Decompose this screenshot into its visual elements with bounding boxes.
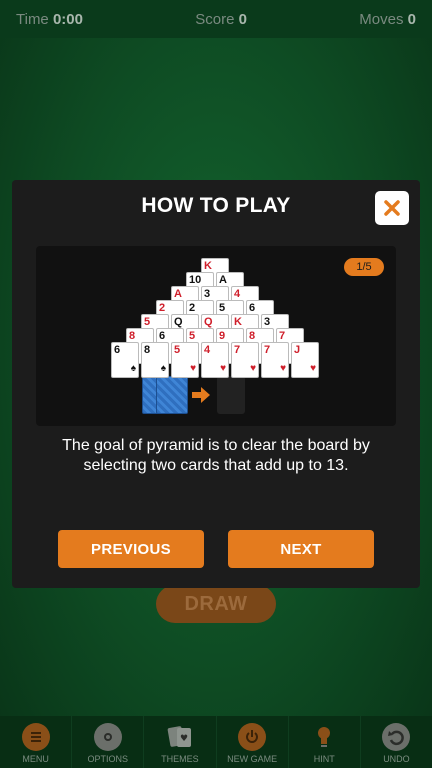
time-label: Time: [16, 10, 49, 28]
card-suit-icon: ♠: [130, 363, 136, 374]
score-label: Score: [195, 10, 235, 28]
themes-label: THEMES: [161, 754, 199, 764]
undo-label: UNDO: [383, 754, 410, 764]
hint-label: HINT: [313, 754, 335, 764]
waste-slot: [217, 376, 245, 414]
pyramid-card: 5 ♥: [171, 342, 199, 378]
pyramid-card: 7 ♥: [261, 342, 289, 378]
card-suit-icon: ♠: [160, 363, 166, 374]
themes-button[interactable]: ♥ THEMES: [144, 716, 217, 768]
close-icon: [384, 200, 400, 216]
card-rank: 6: [159, 330, 166, 342]
gear-icon: [93, 723, 122, 751]
score-value: 0: [238, 10, 247, 28]
dialog-title: HOW TO PLAY: [141, 194, 291, 217]
bottom-toolbar: MENU OPTIONS ♥ THEMES NEW GAME HINT UNDO: [0, 716, 432, 768]
menu-label: MENU: [22, 754, 49, 764]
card-suit-icon: ♥: [190, 363, 196, 374]
new-game-button[interactable]: NEW GAME: [217, 716, 289, 768]
card-rank: 2: [159, 302, 166, 314]
card-rank: 6: [114, 344, 121, 356]
next-button[interactable]: NEXT: [228, 530, 374, 568]
moves-value: 0: [407, 10, 416, 28]
card-rank: 6: [249, 302, 256, 314]
card-rank: 8: [144, 344, 151, 356]
lightbulb-icon: [310, 723, 338, 751]
time-value: 0:00: [52, 10, 83, 28]
pyramid-card: 4 ♥: [201, 342, 229, 378]
card-rank: 4: [204, 344, 211, 356]
time-display: Time 0:00: [16, 11, 83, 28]
cards-icon: ♥: [166, 723, 194, 751]
card-rank: 5: [144, 316, 151, 328]
menu-button[interactable]: MENU: [0, 716, 73, 768]
moves-display: Moves 0: [359, 11, 416, 28]
card-rank: A: [219, 274, 227, 286]
card-suit-icon: ♥: [280, 363, 286, 374]
close-button[interactable]: [375, 191, 409, 225]
card-rank: 7: [264, 344, 271, 356]
card-rank: 5: [219, 302, 226, 314]
moves-label: Moves: [359, 10, 404, 28]
draw-button[interactable]: DRAW: [156, 585, 276, 623]
card-rank: A: [174, 288, 182, 300]
card-rank: 5: [174, 344, 181, 356]
pyramid-card: J ♥: [291, 342, 319, 378]
pyramid-card: 8 ♠: [141, 342, 169, 378]
undo-button[interactable]: UNDO: [361, 716, 432, 768]
pyramid-card: 7 ♥: [231, 342, 259, 378]
svg-text:♥: ♥: [180, 734, 188, 744]
page-indicator: 1/5: [344, 258, 384, 276]
card-rank: 8: [129, 330, 136, 342]
card-suit-icon: ♥: [310, 363, 316, 374]
card-rank: 3: [264, 316, 271, 328]
card-rank: 7: [234, 344, 241, 356]
pyramid-card: 6 ♠: [111, 342, 139, 378]
arrow-right-icon: [192, 387, 210, 403]
card-rank: 8: [249, 330, 256, 342]
score-display: Score 0: [195, 11, 247, 28]
card-rank: 3: [204, 288, 211, 300]
options-label: OPTIONS: [87, 754, 129, 764]
card-rank: K: [204, 260, 212, 272]
status-bar: Time 0:00 Score 0 Moves 0: [0, 0, 432, 38]
card-rank: 10: [189, 274, 202, 286]
how-to-play-dialog: HOW TO PLAY 1/5 K 10 A A 3 4 2 2 5 6 5 Q Q K 3 8 6 5 9 8 7 6 ♠…: [12, 180, 420, 588]
card-suit-icon: ♥: [250, 363, 256, 374]
card-rank: 9: [219, 330, 226, 342]
options-button[interactable]: OPTIONS: [72, 716, 145, 768]
card-suit-icon: ♥: [220, 363, 226, 374]
card-rank: Q: [174, 316, 183, 328]
card-rank: 5: [189, 330, 196, 342]
card-rank: 4: [234, 288, 241, 300]
menu-icon: [21, 723, 50, 751]
stock-pile-top: [156, 376, 188, 414]
instruction-text: The goal of pyramid is to clear the boar…: [62, 437, 370, 474]
previous-button[interactable]: PREVIOUS: [58, 530, 204, 568]
card-rank: Q: [204, 316, 213, 328]
card-rank: 7: [279, 330, 286, 342]
card-rank: 2: [189, 302, 196, 314]
hint-button[interactable]: HINT: [289, 716, 361, 768]
tutorial-illustration: 1/5 K 10 A A 3 4 2 2 5 6 5 Q Q K 3 8 6 5 9 8 7 6 ♠ 8 ♠ 5 ♥ 4 ♥ 7 ♥ 7 ♥ J ♥: [36, 246, 396, 426]
new-game-label: NEW GAME: [227, 754, 278, 764]
card-rank: J: [294, 344, 301, 356]
power-icon: [238, 723, 267, 751]
undo-icon: [382, 723, 411, 751]
card-rank: K: [234, 316, 242, 328]
